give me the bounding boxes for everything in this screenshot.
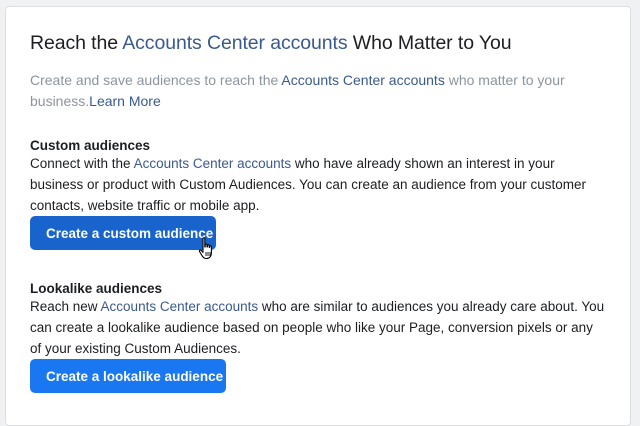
custom-text-before: Connect with the [30,156,134,171]
hand-pointer-cursor-icon [198,237,212,260]
intro-accounts-center-link[interactable]: Accounts Center accounts [281,72,444,88]
lookalike-accounts-center-link[interactable]: Accounts Center accounts [101,299,259,314]
custom-accounts-center-link[interactable]: Accounts Center accounts [134,156,292,171]
title-text-after: Who Matter to You [347,32,512,54]
learn-more-link[interactable]: Learn More [89,93,161,109]
intro-description: Create and save audiences to reach the A… [30,70,590,112]
page-title: Reach the Accounts Center accounts Who M… [30,32,512,55]
lookalike-audiences-description: Reach new Accounts Center accounts who a… [30,296,606,359]
custom-audiences-description: Connect with the Accounts Center account… [30,153,606,216]
custom-audiences-title: Custom audiences [30,138,151,153]
create-custom-audience-button[interactable]: Create a custom audience [30,216,216,250]
create-lookalike-audience-button[interactable]: Create a lookalike audience [30,359,226,393]
title-accounts-center-link[interactable]: Accounts Center accounts [122,32,347,54]
intro-text-before: Create and save audiences to reach the [30,72,282,88]
lookalike-audiences-title: Lookalike audiences [30,281,163,296]
title-text-before: Reach the [30,32,123,54]
lookalike-text-before: Reach new [30,299,101,314]
